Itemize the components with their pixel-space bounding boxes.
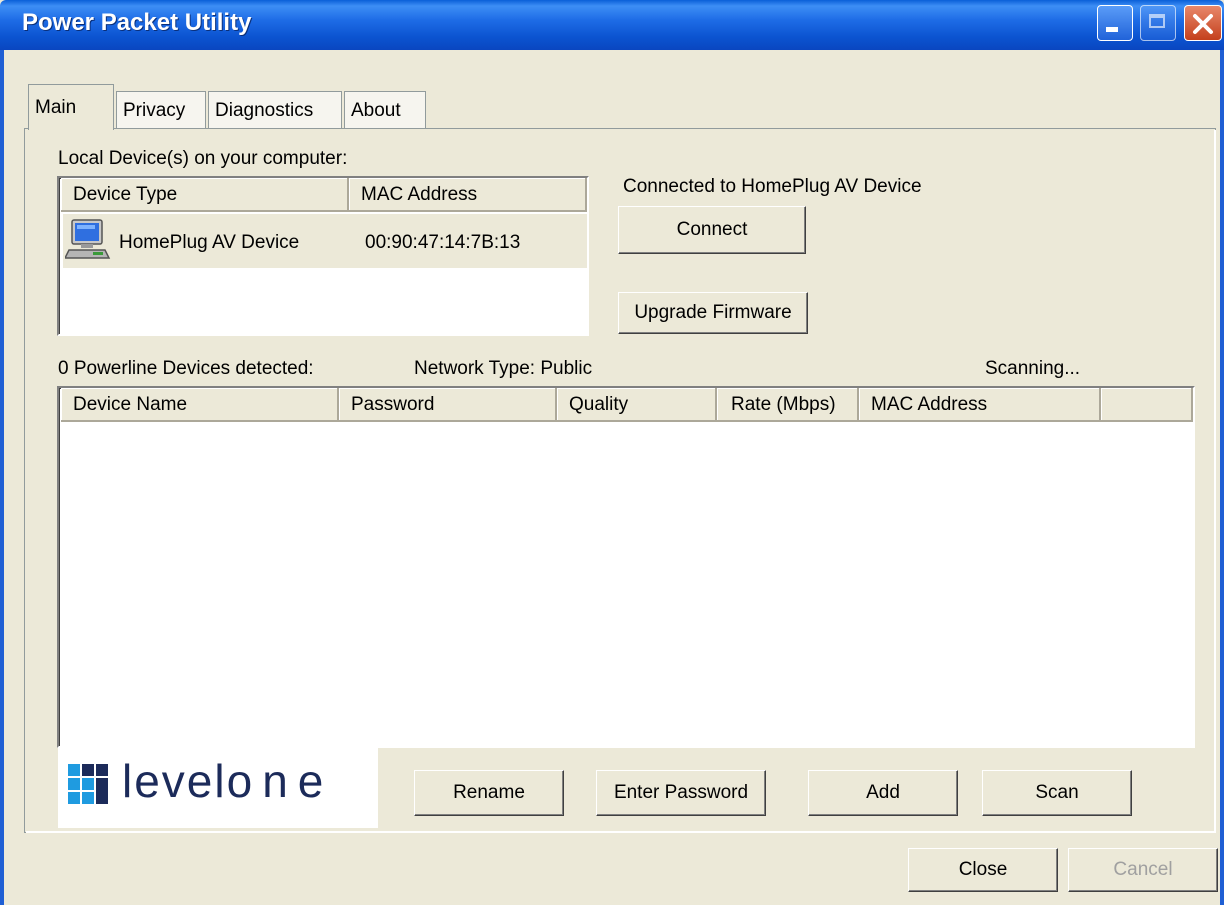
logo-text-one: one xyxy=(226,755,334,807)
connect-button[interactable]: Connect xyxy=(618,206,806,254)
column-header-filler xyxy=(1101,388,1193,422)
connection-status-text: Connected to HomePlug AV Device xyxy=(623,176,922,197)
powerline-detected-label: 0 Powerline Devices detected: xyxy=(58,358,314,379)
cancel-button: Cancel xyxy=(1068,848,1218,892)
levelone-logo-mark xyxy=(68,764,108,804)
local-devices-label: Local Device(s) on your computer: xyxy=(58,148,348,169)
scan-button[interactable]: Scan xyxy=(982,770,1132,816)
column-header-password[interactable]: Password xyxy=(339,388,557,422)
computer-icon xyxy=(65,219,111,259)
tab-diagnostics[interactable]: Diagnostics xyxy=(208,91,342,129)
close-window-button[interactable] xyxy=(1184,5,1222,41)
rename-button[interactable]: Rename xyxy=(414,770,564,816)
scan-status-text: Scanning... xyxy=(985,358,1081,379)
device-type-cell: HomePlug AV Device xyxy=(119,232,300,253)
power-packet-utility-window: Power Packet Utility Main Privacy Diagno… xyxy=(0,0,1224,905)
column-header-device-type[interactable]: Device Type xyxy=(61,178,349,212)
maximize-button xyxy=(1140,5,1176,41)
network-type-label: Network Type: Public xyxy=(414,358,593,379)
upgrade-firmware-button[interactable]: Upgrade Firmware xyxy=(618,292,808,334)
tab-main[interactable]: Main xyxy=(28,84,114,130)
window-border-right xyxy=(1220,50,1224,905)
column-header-rate[interactable]: Rate (Mbps) xyxy=(717,388,859,422)
window-border-left xyxy=(0,50,4,905)
levelone-logo: levelone xyxy=(58,748,378,828)
column-header-quality[interactable]: Quality xyxy=(557,388,717,422)
close-button[interactable]: Close xyxy=(908,848,1058,892)
window-title: Power Packet Utility xyxy=(22,9,252,36)
title-bar[interactable]: Power Packet Utility xyxy=(0,0,1224,50)
tab-about[interactable]: About xyxy=(344,91,426,129)
column-header-powerline-mac[interactable]: MAC Address xyxy=(859,388,1101,422)
logo-text-level: level xyxy=(122,755,227,807)
close-icon xyxy=(1193,14,1213,34)
enter-password-button[interactable]: Enter Password xyxy=(596,770,766,816)
powerline-devices-list[interactable]: Device Name Password Quality Rate (Mbps)… xyxy=(57,386,1195,748)
add-button[interactable]: Add xyxy=(808,770,958,816)
column-header-mac-address[interactable]: MAC Address xyxy=(349,178,587,212)
minimize-button[interactable] xyxy=(1097,5,1133,41)
column-header-device-name[interactable]: Device Name xyxy=(61,388,339,422)
table-row[interactable]: HomePlug AV Device 00:90:47:14:7B:13 xyxy=(63,214,587,268)
tab-privacy[interactable]: Privacy xyxy=(116,91,206,129)
local-devices-list[interactable]: Device Type MAC Address HomePlug AV Devi… xyxy=(57,176,589,336)
mac-address-cell: 00:90:47:14:7B:13 xyxy=(365,232,521,253)
